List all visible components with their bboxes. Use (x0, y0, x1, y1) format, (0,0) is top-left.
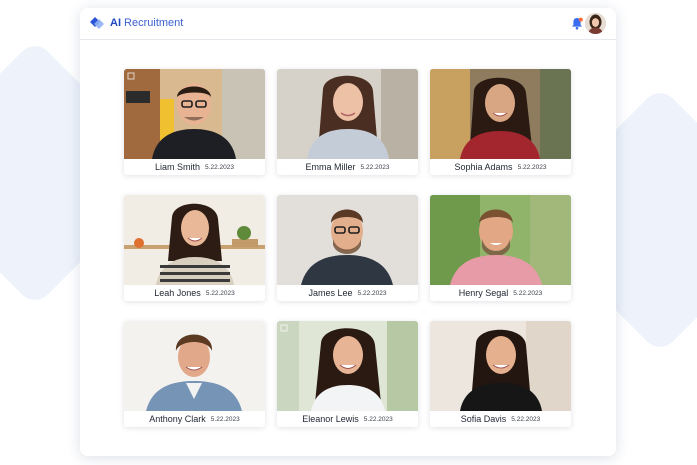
candidate-caption: Leah Jones 5.22.2023 (124, 285, 265, 301)
candidate-name: Sofia Davis (460, 414, 507, 424)
candidate-card-henry-segal[interactable]: Henry Segal 5.22.2023 (430, 195, 571, 301)
candidate-date: 5.22.2023 (210, 415, 240, 423)
candidate-photo (277, 195, 418, 285)
candidate-date: 5.22.2023 (517, 163, 547, 171)
candidate-photo (124, 321, 265, 411)
candidate-date: 5.22.2023 (511, 415, 541, 423)
candidate-caption: Emma Miller 5.22.2023 (277, 159, 418, 175)
app-header: AI Recruitment (80, 8, 616, 40)
bell-icon[interactable] (571, 17, 583, 30)
candidate-date: 5.22.2023 (205, 163, 234, 171)
user-avatar[interactable] (585, 13, 606, 34)
diamond-logo-icon (89, 16, 105, 30)
candidate-caption: Anthony Clark 5.22.2023 (124, 411, 265, 427)
candidate-name: Henry Segal (458, 288, 509, 298)
candidate-date: 5.22.2023 (513, 289, 543, 297)
candidate-caption: Sophia Adams 5.22.2023 (430, 159, 571, 175)
candidate-caption: Sofia Davis 5.22.2023 (430, 411, 571, 427)
candidate-caption: Eleanor Lewis 5.22.2023 (277, 411, 418, 427)
candidate-name: Anthony Clark (149, 414, 206, 424)
candidate-card-sophia-adams[interactable]: Sophia Adams 5.22.2023 (430, 69, 571, 175)
candidate-date: 5.22.2023 (360, 163, 390, 171)
candidate-photo (277, 69, 418, 159)
candidate-name: Sophia Adams (454, 162, 513, 172)
candidate-photo (124, 69, 265, 159)
candidate-card-james-lee[interactable]: James Lee 5.22.2023 (277, 195, 418, 301)
candidate-card-emma-miller[interactable]: Emma Miller 5.22.2023 (277, 69, 418, 175)
candidate-card-sofia-davis[interactable]: Sofia Davis 5.22.2023 (430, 321, 571, 427)
candidate-card-liam-smith[interactable]: Liam Smith 5.22.2023 (124, 69, 265, 175)
candidate-card-leah-jones[interactable]: Leah Jones 5.22.2023 (124, 195, 265, 301)
candidate-photo (124, 195, 265, 285)
candidate-name: Eleanor Lewis (302, 414, 359, 424)
candidate-name: Emma Miller (305, 162, 356, 172)
app-window: AI Recruitment Liam Smith 5.22.2023 Emma… (80, 8, 616, 456)
app-title-rest: Recruitment (121, 17, 184, 29)
app-title: AI Recruitment (110, 16, 183, 30)
candidate-date: 5.22.2023 (363, 415, 393, 423)
candidate-photo (430, 69, 571, 159)
candidate-name: Leah Jones (154, 288, 201, 298)
candidate-photo (430, 321, 571, 411)
candidate-date: 5.22.2023 (205, 289, 235, 297)
app-title-prefix: AI (110, 17, 121, 29)
candidate-name: Liam Smith (155, 162, 201, 172)
candidate-card-eleanor-lewis[interactable]: Eleanor Lewis 5.22.2023 (277, 321, 418, 427)
candidate-caption: Liam Smith 5.22.2023 (124, 159, 265, 175)
candidate-photo (430, 195, 571, 285)
candidate-name: James Lee (308, 288, 353, 298)
candidate-date: 5.22.2023 (357, 289, 387, 297)
candidate-card-anthony-clark[interactable]: Anthony Clark 5.22.2023 (124, 321, 265, 427)
candidate-caption: Henry Segal 5.22.2023 (430, 285, 571, 301)
candidate-photo (277, 321, 418, 411)
candidate-caption: James Lee 5.22.2023 (277, 285, 418, 301)
candidate-grid: Liam Smith 5.22.2023 Emma Miller 5.22.20… (124, 69, 572, 429)
